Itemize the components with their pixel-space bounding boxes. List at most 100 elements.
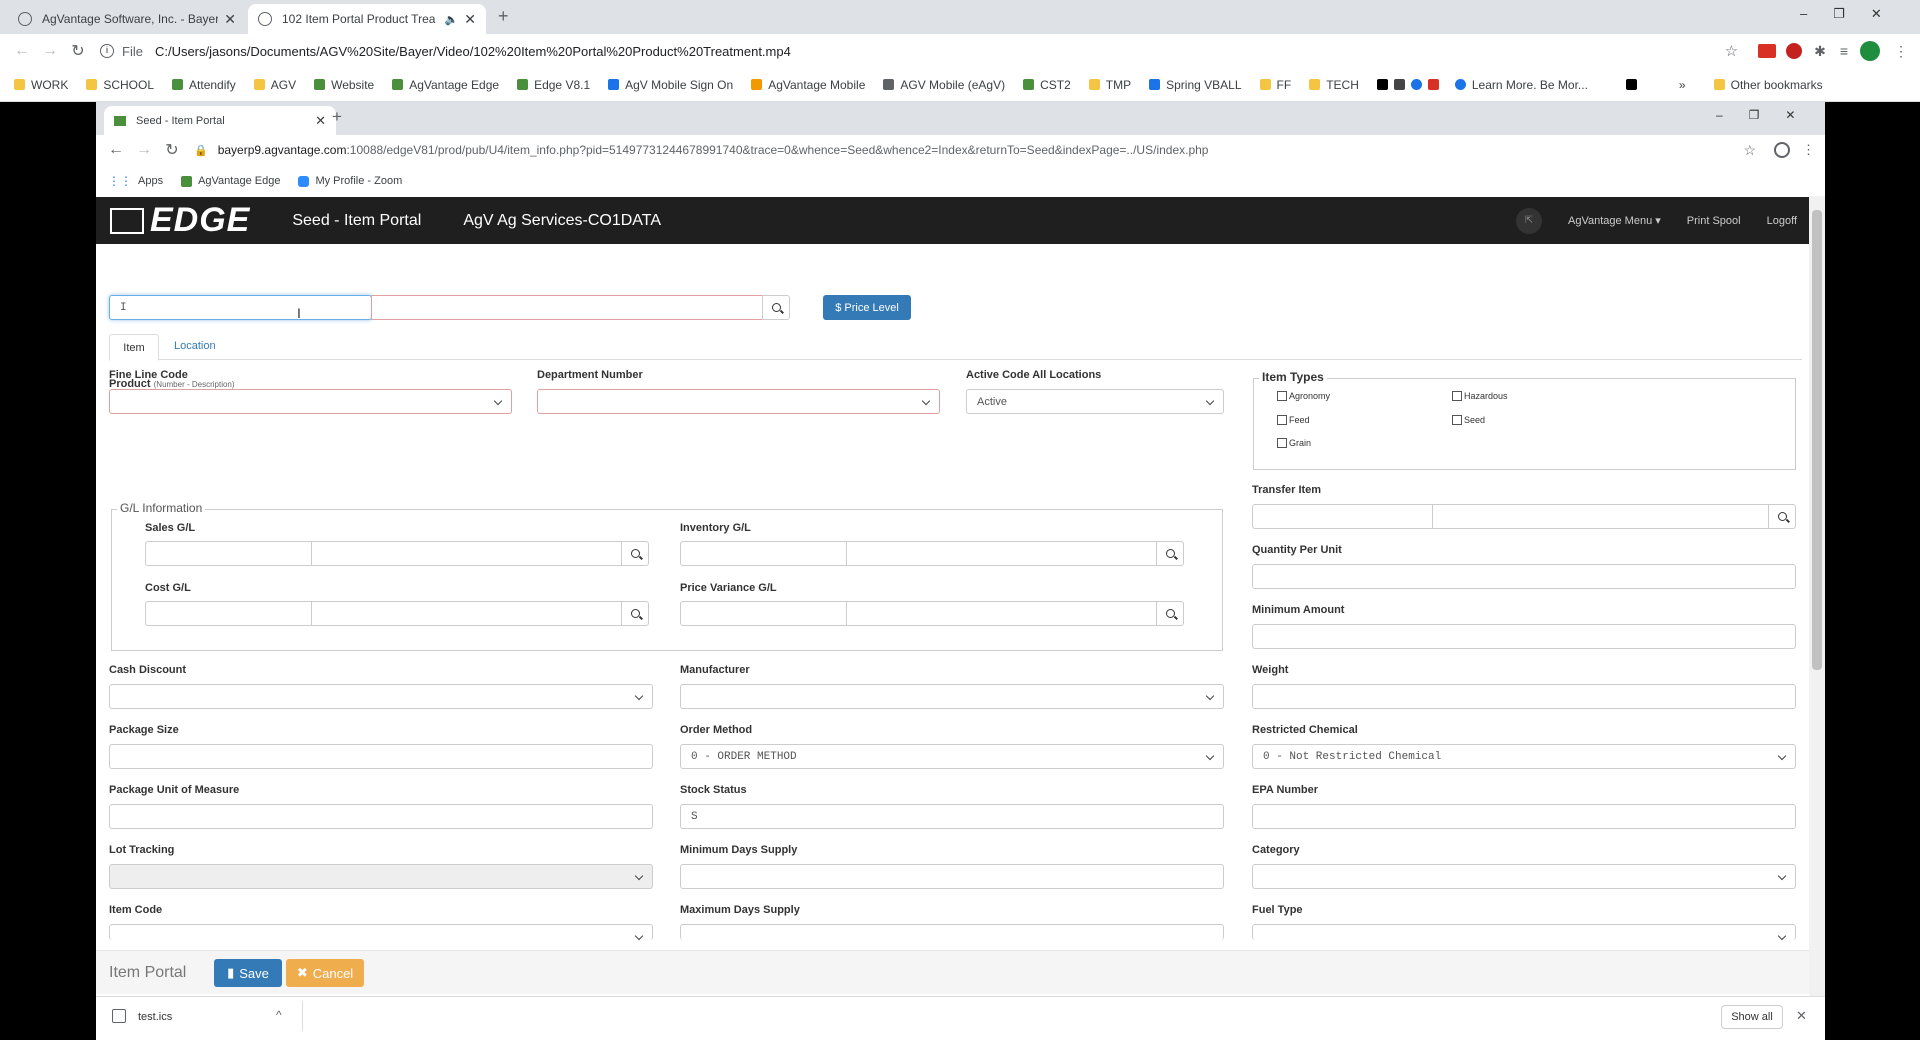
print-spool-link[interactable]: Print Spool bbox=[1687, 215, 1741, 227]
address-bar[interactable]: i File C:/Users/jasons/Documents/AGV%20S… bbox=[100, 44, 1725, 59]
seed-checkbox[interactable]: Seed bbox=[1452, 415, 1485, 425]
scrollbar[interactable] bbox=[1809, 196, 1825, 996]
order-method-select[interactable]: 0 - ORDER METHOD bbox=[680, 744, 1224, 769]
agronomy-checkbox[interactable]: Agronomy bbox=[1277, 391, 1330, 401]
weight-input[interactable] bbox=[1252, 684, 1796, 709]
sales-gl-number-input[interactable] bbox=[145, 541, 312, 566]
profile-icon[interactable] bbox=[1774, 142, 1790, 158]
active-code-select[interactable]: Active bbox=[966, 389, 1224, 414]
bookmark-work[interactable]: WORK bbox=[14, 78, 68, 92]
quantity-per-unit-input[interactable] bbox=[1252, 564, 1796, 589]
download-filename[interactable]: test.ics bbox=[138, 1011, 172, 1023]
fuel-type-select[interactable] bbox=[1252, 924, 1796, 940]
outer-tab-agvantage[interactable]: AgVantage Software, Inc. - Bayer ✕ bbox=[8, 4, 246, 34]
transfer-item-search-button[interactable] bbox=[1768, 504, 1796, 529]
product-description-input[interactable] bbox=[371, 295, 763, 320]
manufacturer-select[interactable] bbox=[680, 684, 1224, 709]
window-controls[interactable]: –❐✕ bbox=[1800, 6, 1908, 22]
agvantage-menu[interactable]: AgVantage Menu ▾ bbox=[1568, 214, 1661, 227]
bookmark-zoom[interactable]: My Profile - Zoom bbox=[298, 175, 402, 187]
other-bookmarks[interactable]: Other bookmarks bbox=[1713, 78, 1823, 92]
outer-tab-video[interactable]: 102 Item Portal Product Trea 🔈 ✕ bbox=[248, 4, 486, 34]
bookmark-agv-mobile-sign-on[interactable]: AgV Mobile Sign On bbox=[608, 78, 733, 92]
reload-icon[interactable]: ↻ bbox=[64, 41, 92, 61]
epa-number-input[interactable] bbox=[1252, 804, 1796, 829]
lot-tracking-select[interactable] bbox=[109, 864, 653, 889]
inventory-gl-number-input[interactable] bbox=[680, 541, 847, 566]
stock-status-input[interactable]: S bbox=[680, 804, 1224, 829]
cost-gl-number-input[interactable] bbox=[145, 601, 312, 626]
menu-icon[interactable]: ⋮ bbox=[1802, 142, 1815, 158]
gmail-icon[interactable] bbox=[1758, 44, 1777, 58]
hazardous-checkbox[interactable]: Hazardous bbox=[1452, 391, 1508, 401]
cost-gl-search-button[interactable] bbox=[621, 601, 649, 626]
adblock-icon[interactable] bbox=[1786, 43, 1803, 59]
inner-tab[interactable]: Seed - Item Portal ✕ bbox=[104, 106, 336, 135]
close-icon[interactable]: ✕ bbox=[224, 11, 236, 28]
tab-location[interactable]: Location bbox=[174, 340, 216, 352]
item-code-select[interactable] bbox=[109, 924, 653, 940]
transfer-item-description-input[interactable] bbox=[1432, 504, 1769, 529]
price-variance-gl-description-input[interactable] bbox=[846, 601, 1157, 626]
cancel-button[interactable]: ✖ Cancel bbox=[286, 959, 364, 987]
info-icon[interactable]: i bbox=[100, 44, 114, 58]
price-level-button[interactable]: $ Price Level bbox=[823, 295, 911, 320]
close-icon[interactable]: ✕ bbox=[315, 113, 326, 129]
speaker-icon[interactable]: 🔈 bbox=[445, 13, 459, 26]
reload-icon[interactable]: ↻ bbox=[158, 140, 186, 160]
bookmark-website[interactable]: Website bbox=[314, 78, 374, 92]
close-icon[interactable]: ✕ bbox=[1796, 1008, 1807, 1024]
back-icon[interactable]: ← bbox=[102, 141, 130, 159]
bookmark-agv-mobile-eagv[interactable]: AGV Mobile (eAgV) bbox=[883, 78, 1005, 92]
sales-gl-search-button[interactable] bbox=[621, 541, 649, 566]
star-icon[interactable]: ☆ bbox=[1725, 42, 1738, 60]
save-button[interactable]: ▮ Save bbox=[214, 959, 282, 987]
bookmark-edge-v81[interactable]: Edge V8.1 bbox=[517, 78, 590, 92]
bookmark-school[interactable]: SCHOOL bbox=[86, 78, 154, 92]
bookmarks-overflow[interactable]: » bbox=[1625, 78, 1686, 92]
restricted-chemical-select[interactable]: 0 - Not Restricted Chemical bbox=[1252, 744, 1796, 769]
menu-icon[interactable]: ⋮ bbox=[1894, 43, 1908, 60]
bookmark-cst2[interactable]: CST2 bbox=[1023, 78, 1071, 92]
new-tab-icon[interactable]: + bbox=[332, 107, 342, 127]
product-search-button[interactable] bbox=[762, 295, 790, 320]
edge-logo[interactable]: EDGE bbox=[110, 201, 250, 240]
product-number-input[interactable]: I bbox=[109, 295, 372, 320]
media-icon[interactable]: ≡ bbox=[1840, 43, 1848, 59]
window-controls[interactable]: –❐✕ bbox=[1716, 108, 1822, 122]
forward-icon[interactable]: → bbox=[130, 141, 158, 159]
category-select[interactable] bbox=[1252, 864, 1796, 889]
cash-discount-select[interactable] bbox=[109, 684, 653, 709]
grain-checkbox[interactable]: Grain bbox=[1277, 438, 1311, 448]
bookmark-agv[interactable]: AGV bbox=[253, 78, 296, 92]
show-all-button[interactable]: Show all bbox=[1721, 1005, 1783, 1029]
bookmark-icon-group[interactable] bbox=[1376, 79, 1445, 90]
minimum-amount-input[interactable] bbox=[1252, 624, 1796, 649]
inner-address-bar[interactable]: bayerp9.agvantage.com:10088/edgeV81/prod… bbox=[218, 143, 1744, 157]
fine-line-code-select[interactable] bbox=[109, 389, 512, 414]
bookmark-learn-more[interactable]: Learn More. Be Mor... bbox=[1454, 78, 1588, 92]
external-link-icon[interactable]: ⇱ bbox=[1516, 207, 1542, 234]
bookmark-tech[interactable]: TECH bbox=[1309, 78, 1359, 92]
bookmark-attendify[interactable]: Attendify bbox=[172, 78, 236, 92]
bookmark-tmp[interactable]: TMP bbox=[1088, 78, 1131, 92]
chevron-up-icon[interactable]: ^ bbox=[276, 1008, 282, 1022]
avatar[interactable] bbox=[1860, 41, 1880, 61]
bookmark-ff[interactable]: FF bbox=[1259, 78, 1291, 92]
max-days-supply-input[interactable] bbox=[680, 924, 1224, 940]
back-icon[interactable]: ← bbox=[8, 42, 36, 60]
price-variance-gl-search-button[interactable] bbox=[1156, 601, 1184, 626]
price-variance-gl-number-input[interactable] bbox=[680, 601, 847, 626]
bookmark-spring-vball[interactable]: Spring VBALL bbox=[1149, 78, 1242, 92]
bookmark-agvantage-edge[interactable]: AgVantage Edge bbox=[181, 175, 280, 187]
new-tab-icon[interactable]: + bbox=[498, 6, 509, 27]
extensions-icon[interactable]: ✱ bbox=[1814, 43, 1826, 60]
star-icon[interactable]: ☆ bbox=[1743, 142, 1756, 159]
bookmark-apps[interactable]: ⋮⋮ Apps bbox=[108, 174, 163, 188]
inventory-gl-search-button[interactable] bbox=[1156, 541, 1184, 566]
transfer-item-number-input[interactable] bbox=[1252, 504, 1433, 529]
cost-gl-description-input[interactable] bbox=[311, 601, 622, 626]
package-size-input[interactable] bbox=[109, 744, 653, 769]
min-days-supply-input[interactable] bbox=[680, 864, 1224, 889]
feed-checkbox[interactable]: Feed bbox=[1277, 415, 1310, 425]
